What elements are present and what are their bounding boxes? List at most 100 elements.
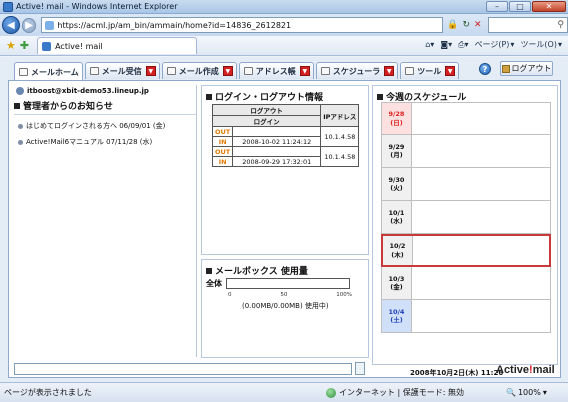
heading-bullet-icon [206,93,212,100]
logout-button[interactable]: ログアウト [500,61,553,76]
brand-main: Active [496,364,530,376]
col-header-logout: ログアウト [211,104,322,116]
memo-icon[interactable] [355,362,365,375]
mailbox-usage-panel: メールボックス 使用量 全体 0 50 100% (0.00MB/0.00MB)… [201,259,369,358]
home-icon[interactable]: ⌂▾ [425,40,434,49]
day-slot[interactable] [413,236,549,265]
help-icon[interactable]: ? [479,63,491,75]
tab-tools[interactable]: ツール ▼ [400,62,460,79]
current-datetime: 2008年10月2日(木) 11:26 [410,369,504,377]
scale-tick: 0 [228,292,232,298]
tab-scheduler[interactable]: スケジューラ ▼ [315,62,399,79]
address-url: https://acml.jp/am_bin/ammain/home?id=14… [57,20,292,30]
notice-text: Active!Mail6マニュアル 07/11/28 (水) [26,138,153,146]
heading-bullet-icon [377,93,383,100]
account-email: itboost@xbit-demo53.lineup.jp [27,87,149,95]
feeds-icon[interactable]: ◙▾ [440,40,452,49]
browser-tab[interactable]: Active! mail [37,37,198,54]
maximize-button[interactable]: □ [509,1,531,12]
login-info-panel: ログイン・ログアウト情報 ログアウト IPアドレス ログイン OUT 10.1.… [201,85,369,255]
in-label: IN [211,156,234,167]
day-slot[interactable] [412,103,550,134]
notice-item[interactable]: はじめてログインされる方へ 06/09/01 (金) [18,121,196,131]
quick-input[interactable] [14,363,352,375]
lock-icon[interactable]: 🔒 [447,20,458,30]
day-slot[interactable] [412,300,550,332]
day-label[interactable]: 10/2 (木) [383,236,413,265]
address-bar[interactable]: https://acml.jp/am_bin/ammain/home?id=14… [41,17,444,33]
forward-button[interactable]: ▶ [21,17,37,33]
back-button[interactable]: ◀ [2,16,20,34]
add-favorites-icon[interactable]: ✚ [20,39,29,52]
tab-label: ツール [417,66,442,76]
day-label[interactable]: 10/4 (土) [382,300,412,332]
logout-icon [501,64,510,73]
schedule-day[interactable]: 10/3 (金) [381,267,551,300]
dropdown-arrow-icon[interactable]: ▼ [384,66,395,76]
day-slot[interactable] [412,135,550,167]
day-label[interactable]: 10/3 (金) [382,267,412,299]
day-date: 10/3 [388,274,405,283]
in-time: 2008-10-02 11:24:12 [232,136,322,147]
schedule-day[interactable]: 9/29 (月) [381,135,551,168]
schedule-day[interactable]: 10/2 (木) [381,234,551,267]
ie-icon [3,1,13,12]
notice-text: はじめてログインされる方へ 06/09/01 (金) [26,122,166,130]
day-of-week: (金) [390,283,403,291]
login-info-title: ログイン・ログアウト情報 [215,93,324,103]
day-slot[interactable] [412,201,550,233]
day-of-week: (日) [390,118,403,127]
dropdown-arrow-icon[interactable]: ▼ [222,66,233,76]
print-icon[interactable]: ⎙▾ [458,40,468,50]
schedule-day[interactable]: 9/28 (日) [381,102,551,135]
tab-mail-home[interactable]: メールホーム [14,62,83,81]
schedule-panel: 今週のスケジュール 9/28 (日) 9/29 (月) 9/30 (火) 10/1 (水) 10… [372,85,558,365]
day-date: 9/29 [388,142,405,151]
close-button[interactable]: ✕ [532,1,566,12]
internet-globe-icon [326,387,336,398]
app-area: メールホーム メール受信 ▼ メール作成 ▼ アドレス帳 ▼ スケジューラ ▼ … [0,57,568,382]
page-menu[interactable]: ページ(P) ▾ [475,39,515,50]
out-label: OUT [211,126,234,137]
favorites-star-icon[interactable]: ★ [6,39,16,52]
refresh-icon[interactable]: ↻ [462,20,470,30]
schedule-day[interactable]: 9/30 (火) [381,168,551,201]
active-mail-logo: Active!mail [496,364,555,376]
security-zone[interactable]: インターネット | 保護モード: 無効 [326,387,506,398]
day-label[interactable]: 9/28 (日) [382,103,412,134]
home-content: itboost@xbit-demo53.lineup.jp 管理者からのお知らせ… [8,80,561,378]
day-slot[interactable] [412,168,550,200]
day-label[interactable]: 9/29 (月) [382,135,412,167]
schedule-day[interactable]: 10/4 (土) [381,300,551,333]
notice-item[interactable]: Active!Mail6マニュアル 07/11/28 (水) [18,137,196,147]
command-bar: ★ ✚ Active! mail ⌂▾ ◙▾ ⎙▾ ページ(P) ▾ ツール(O)… [0,36,568,56]
dropdown-arrow-icon[interactable]: ▼ [299,66,310,76]
day-date: 10/2 [389,242,406,251]
out-time [232,126,322,137]
search-icon[interactable]: ⚲ [557,20,564,30]
tab-address-book[interactable]: アドレス帳 ▼ [238,62,314,79]
tools-menu[interactable]: ツール(O) ▾ [520,39,562,50]
dropdown-arrow-icon[interactable]: ▼ [145,66,156,76]
tab-mail-receive[interactable]: メール受信 ▼ [84,62,160,79]
day-slot[interactable] [412,267,550,299]
brand-tail: mail [532,364,555,376]
user-icon [16,87,24,95]
day-label[interactable]: 10/1 (水) [382,201,412,233]
notice-bullet-icon [18,139,23,145]
tab-label: アドレス帳 [255,66,296,76]
search-input[interactable]: ⚲ [487,17,568,33]
tab-mail-compose[interactable]: メール作成 ▼ [161,62,237,79]
notice-bullet-icon [18,123,23,129]
mail-home-icon [19,68,28,76]
minimize-button[interactable]: – [486,1,508,12]
dropdown-arrow-icon[interactable]: ▼ [445,66,456,76]
in-time: 2008-09-29 17:32:01 [232,156,322,167]
day-date: 9/30 [388,175,405,184]
day-date: 10/1 [388,208,405,217]
zoom-control[interactable]: 🔍 100% ▾ [506,388,547,397]
day-label[interactable]: 9/30 (火) [382,168,412,200]
mailbox-usage-bar [226,278,350,289]
stop-icon[interactable]: ✕ [474,20,482,30]
schedule-day[interactable]: 10/1 (水) [381,201,551,234]
